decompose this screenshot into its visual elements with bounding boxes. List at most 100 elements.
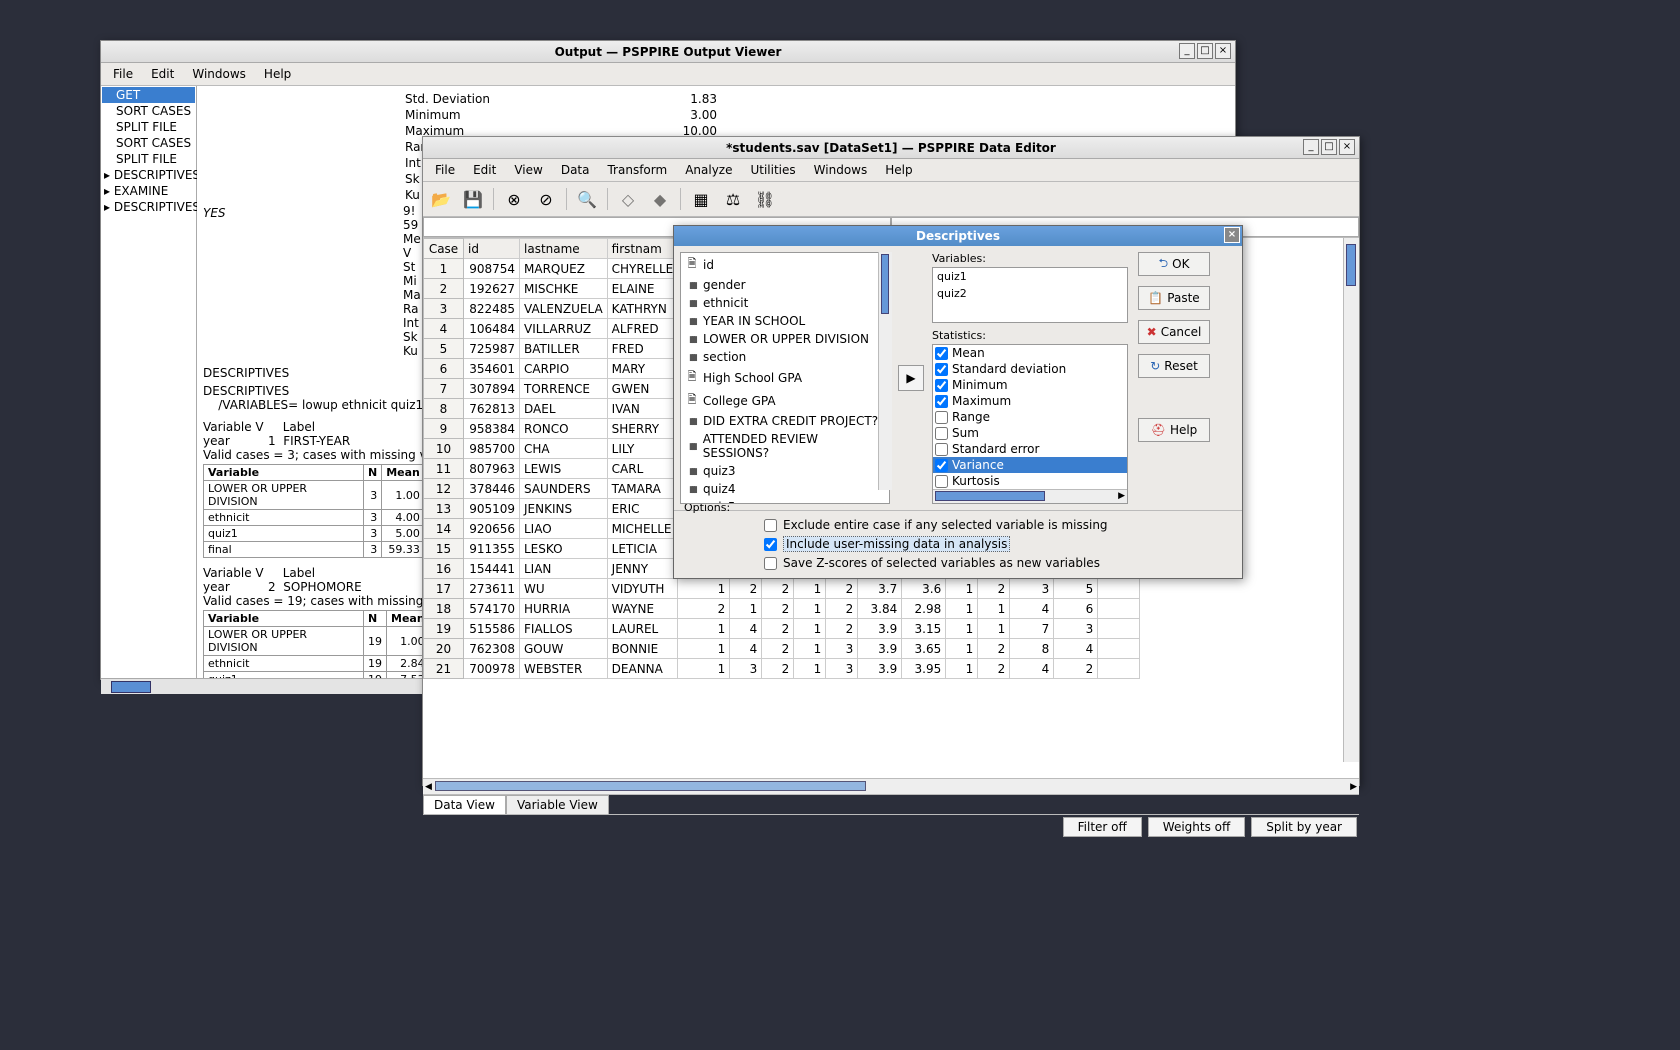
stat-checkbox-row[interactable]: Kurtosis (933, 473, 1127, 489)
menu-windows[interactable]: Windows (806, 161, 876, 179)
stat-checkbox[interactable] (935, 379, 948, 392)
stat-checkbox-row[interactable]: Minimum (933, 377, 1127, 393)
maximize-icon[interactable]: □ (1197, 43, 1213, 59)
menu-transform[interactable]: Transform (599, 161, 675, 179)
output-titlebar[interactable]: Output — PSPPIRE Output Viewer _ □ × (101, 41, 1235, 63)
close-icon[interactable]: × (1339, 139, 1355, 155)
goto-case-icon[interactable]: ⊗ (500, 186, 528, 212)
menu-help[interactable]: Help (256, 65, 299, 83)
option-row[interactable]: Exclude entire case if any selected vari… (684, 516, 1232, 534)
source-var-item[interactable]: College GPA (681, 389, 889, 412)
menu-file[interactable]: File (105, 65, 141, 83)
source-var-item[interactable]: id (681, 253, 889, 276)
selected-var-item[interactable]: quiz1 (933, 268, 1127, 285)
tab-variable-view[interactable]: Variable View (506, 795, 609, 814)
output-tree[interactable]: GETSORT CASESSPLIT FILESORT CASESSPLIT F… (101, 86, 197, 678)
minimize-icon[interactable]: _ (1179, 43, 1195, 59)
menu-windows[interactable]: Windows (184, 65, 254, 83)
option-checkbox[interactable] (764, 557, 777, 570)
menu-data[interactable]: Data (553, 161, 598, 179)
menu-utilities[interactable]: Utilities (742, 161, 803, 179)
menu-edit[interactable]: Edit (143, 65, 182, 83)
insert-var-icon[interactable]: ◆ (646, 186, 674, 212)
tree-item[interactable]: SPLIT FILE (102, 151, 195, 167)
maximize-icon[interactable]: □ (1321, 139, 1337, 155)
stats-hscroll[interactable]: ▶ (933, 489, 1127, 503)
tab-data-view[interactable]: Data View (423, 795, 506, 814)
selected-variables-list[interactable]: quiz1quiz2 (932, 267, 1128, 323)
value-labels-icon[interactable]: ▦ (687, 186, 715, 212)
ok-button[interactable]: ⮌OK (1138, 252, 1210, 276)
help-button[interactable]: ⛑Help (1138, 418, 1210, 442)
dialog-close-icon[interactable]: × (1224, 227, 1240, 243)
tree-item[interactable]: DESCRIPTIVES (102, 167, 195, 183)
paste-button[interactable]: 📋Paste (1138, 286, 1210, 310)
table-row[interactable]: 21700978WEBSTERDEANNA132133.93.951242 (424, 659, 1140, 679)
tree-item[interactable]: EXAMINE (102, 183, 195, 199)
menu-analyze[interactable]: Analyze (677, 161, 740, 179)
insert-case-icon[interactable]: ◇ (614, 186, 642, 212)
table-row[interactable]: 19515586FIALLOSLAUREL142123.93.151173 (424, 619, 1140, 639)
source-var-item[interactable]: quiz5 (681, 498, 889, 504)
menu-edit[interactable]: Edit (465, 161, 504, 179)
source-var-item[interactable]: LOWER OR UPPER DIVISION (681, 330, 889, 348)
source-variables-list[interactable]: idgenderethnicitYEAR IN SCHOOLLOWER OR U… (680, 252, 890, 504)
reset-button[interactable]: ↻Reset (1138, 354, 1210, 378)
sheet-vscroll[interactable] (1343, 238, 1359, 762)
option-row[interactable]: Save Z-scores of selected variables as n… (684, 554, 1232, 572)
menu-file[interactable]: File (427, 161, 463, 179)
table-row[interactable]: 20762308GOUWBONNIE142133.93.651284 (424, 639, 1140, 659)
move-right-button[interactable]: ▶ (898, 365, 924, 391)
src-vscroll[interactable] (878, 252, 892, 490)
stat-checkbox-row[interactable]: Range (933, 409, 1127, 425)
tree-item[interactable]: SPLIT FILE (102, 119, 195, 135)
table-row[interactable]: 17273611WUVIDYUTH122123.73.61235 (424, 579, 1140, 599)
stat-checkbox-row[interactable]: Maximum (933, 393, 1127, 409)
source-var-item[interactable]: ethnicit (681, 294, 889, 312)
stat-checkbox-row[interactable]: Variance (933, 457, 1127, 473)
tree-item[interactable]: DESCRIPTIVES (102, 199, 195, 215)
source-var-item[interactable]: DID EXTRA CREDIT PROJECT? (681, 412, 889, 430)
stat-checkbox[interactable] (935, 395, 948, 408)
stat-checkbox[interactable] (935, 363, 948, 376)
split-icon[interactable]: ⛓ (751, 186, 779, 212)
save-icon[interactable]: 💾 (459, 186, 487, 212)
menu-help[interactable]: Help (877, 161, 920, 179)
tree-item[interactable]: SORT CASES (102, 103, 195, 119)
open-icon[interactable]: 📂 (427, 186, 455, 212)
dialog-title[interactable]: Descriptives × (674, 226, 1242, 246)
source-var-item[interactable]: YEAR IN SCHOOL (681, 312, 889, 330)
sheet-hscroll[interactable]: ▶◀ (423, 778, 1359, 794)
tree-item[interactable]: GET (102, 87, 195, 103)
weight-icon[interactable]: ⚖ (719, 186, 747, 212)
option-checkbox[interactable] (764, 519, 777, 532)
stat-checkbox[interactable] (935, 443, 948, 456)
stat-checkbox[interactable] (935, 459, 948, 472)
selected-var-item[interactable]: quiz2 (933, 285, 1127, 302)
source-var-item[interactable]: High School GPA (681, 366, 889, 389)
stat-checkbox-row[interactable]: Sum (933, 425, 1127, 441)
stat-checkbox[interactable] (935, 411, 948, 424)
option-row[interactable]: Include user-missing data in analysis (684, 534, 1232, 554)
source-var-item[interactable]: quiz3 (681, 462, 889, 480)
find-icon[interactable]: 🔍 (573, 186, 601, 212)
stat-checkbox[interactable] (935, 427, 948, 440)
menu-view[interactable]: View (506, 161, 550, 179)
tree-item[interactable]: SORT CASES (102, 135, 195, 151)
cancel-button[interactable]: ✖Cancel (1138, 320, 1210, 344)
minimize-icon[interactable]: _ (1303, 139, 1319, 155)
table-row[interactable]: 18574170HURRIAWAYNE212123.842.981146 (424, 599, 1140, 619)
stat-checkbox-row[interactable]: Standard error (933, 441, 1127, 457)
close-icon[interactable]: × (1215, 43, 1231, 59)
source-var-item[interactable]: ATTENDED REVIEW SESSIONS? (681, 430, 889, 462)
stat-checkbox[interactable] (935, 347, 948, 360)
option-checkbox[interactable] (764, 538, 777, 551)
stat-checkbox-row[interactable]: Mean (933, 345, 1127, 361)
stat-checkbox[interactable] (935, 475, 948, 488)
source-var-item[interactable]: quiz4 (681, 480, 889, 498)
editor-titlebar[interactable]: *students.sav [DataSet1] — PSPPIRE Data … (423, 137, 1359, 159)
stat-checkbox-row[interactable]: Standard deviation (933, 361, 1127, 377)
statistics-list[interactable]: MeanStandard deviationMinimumMaximumRang… (932, 344, 1128, 504)
goto-var-icon[interactable]: ⊘ (532, 186, 560, 212)
source-var-item[interactable]: section (681, 348, 889, 366)
